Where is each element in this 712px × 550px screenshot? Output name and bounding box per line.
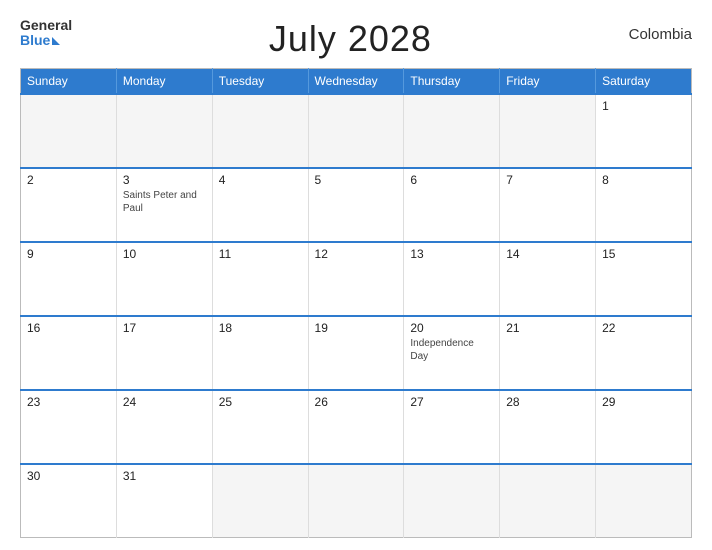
calendar-cell: 20 Independence Day (404, 316, 500, 390)
day-number: 27 (410, 395, 493, 409)
calendar-cell (21, 94, 117, 168)
day-number: 6 (410, 173, 493, 187)
calendar-cell: 2 (21, 168, 117, 242)
day-number: 19 (315, 321, 398, 335)
calendar-cell: 9 (21, 242, 117, 316)
logo-triangle-icon (52, 37, 60, 45)
calendar-week-row: 9 10 11 12 13 14 15 (21, 242, 692, 316)
weekday-friday: Friday (500, 69, 596, 95)
day-number: 5 (315, 173, 398, 187)
day-number: 13 (410, 247, 493, 261)
holiday-label: Saints Peter and Paul (123, 189, 206, 215)
day-number: 22 (602, 321, 685, 335)
calendar-cell: 25 (212, 390, 308, 464)
day-number: 25 (219, 395, 302, 409)
weekday-wednesday: Wednesday (308, 69, 404, 95)
calendar-cell: 22 (596, 316, 692, 390)
calendar-cell: 10 (116, 242, 212, 316)
day-number: 4 (219, 173, 302, 187)
calendar-cell (212, 464, 308, 538)
calendar-cell: 3 Saints Peter and Paul (116, 168, 212, 242)
calendar-cell: 27 (404, 390, 500, 464)
day-number: 11 (219, 247, 302, 261)
calendar-cell: 17 (116, 316, 212, 390)
calendar-week-row: 23 24 25 26 27 28 29 (21, 390, 692, 464)
calendar-cell: 26 (308, 390, 404, 464)
day-number: 17 (123, 321, 206, 335)
calendar-cell: 8 (596, 168, 692, 242)
day-number: 7 (506, 173, 589, 187)
day-number: 3 (123, 173, 206, 187)
weekday-header-row: Sunday Monday Tuesday Wednesday Thursday… (21, 69, 692, 95)
weekday-sunday: Sunday (21, 69, 117, 95)
day-number: 29 (602, 395, 685, 409)
calendar-cell: 6 (404, 168, 500, 242)
calendar-cell: 15 (596, 242, 692, 316)
header: General Blue July 2028 Colombia (20, 18, 692, 60)
calendar-cell (404, 94, 500, 168)
day-number: 18 (219, 321, 302, 335)
day-number: 2 (27, 173, 110, 187)
day-number: 8 (602, 173, 685, 187)
calendar-cell (404, 464, 500, 538)
day-number: 26 (315, 395, 398, 409)
day-number: 15 (602, 247, 685, 261)
calendar-cell: 31 (116, 464, 212, 538)
logo-general-text: General (20, 18, 72, 32)
calendar-cell (500, 464, 596, 538)
calendar-cell: 5 (308, 168, 404, 242)
calendar-cell: 1 (596, 94, 692, 168)
calendar-table: Sunday Monday Tuesday Wednesday Thursday… (20, 68, 692, 538)
calendar-cell: 4 (212, 168, 308, 242)
calendar-cell (212, 94, 308, 168)
day-number: 10 (123, 247, 206, 261)
weekday-tuesday: Tuesday (212, 69, 308, 95)
calendar-cell: 29 (596, 390, 692, 464)
month-title: July 2028 (269, 18, 432, 59)
calendar-cell: 30 (21, 464, 117, 538)
calendar-cell (308, 464, 404, 538)
calendar-cell: 16 (21, 316, 117, 390)
day-number: 9 (27, 247, 110, 261)
calendar-cell (308, 94, 404, 168)
calendar-cell: 18 (212, 316, 308, 390)
calendar-cell (596, 464, 692, 538)
country-label: Colombia (629, 18, 692, 43)
calendar-cell: 23 (21, 390, 117, 464)
calendar-cell: 14 (500, 242, 596, 316)
day-number: 31 (123, 469, 206, 483)
calendar-cell: 13 (404, 242, 500, 316)
day-number: 28 (506, 395, 589, 409)
day-number: 16 (27, 321, 110, 335)
logo: General Blue (20, 18, 72, 48)
day-number: 30 (27, 469, 110, 483)
calendar-cell (500, 94, 596, 168)
calendar-week-row: 30 31 (21, 464, 692, 538)
day-number: 14 (506, 247, 589, 261)
day-number: 1 (602, 99, 685, 113)
calendar-cell: 24 (116, 390, 212, 464)
calendar-week-row: 1 (21, 94, 692, 168)
calendar-cell: 21 (500, 316, 596, 390)
calendar-week-row: 23 Saints Peter and Paul 45678 (21, 168, 692, 242)
calendar-cell: 28 (500, 390, 596, 464)
calendar-cell: 11 (212, 242, 308, 316)
page: General Blue July 2028 Colombia Sunday M… (0, 0, 712, 550)
day-number: 21 (506, 321, 589, 335)
holiday-label: Independence Day (410, 337, 493, 363)
calendar-week-row: 16 17 18 19 20 Independence Day 21 22 (21, 316, 692, 390)
logo-blue-text: Blue (20, 32, 60, 48)
weekday-monday: Monday (116, 69, 212, 95)
calendar-cell: 12 (308, 242, 404, 316)
day-number: 24 (123, 395, 206, 409)
title-area: July 2028 (72, 18, 628, 60)
day-number: 23 (27, 395, 110, 409)
weekday-saturday: Saturday (596, 69, 692, 95)
day-number: 20 (410, 321, 493, 335)
day-number: 12 (315, 247, 398, 261)
calendar-cell: 19 (308, 316, 404, 390)
calendar-cell (116, 94, 212, 168)
weekday-thursday: Thursday (404, 69, 500, 95)
calendar-cell: 7 (500, 168, 596, 242)
